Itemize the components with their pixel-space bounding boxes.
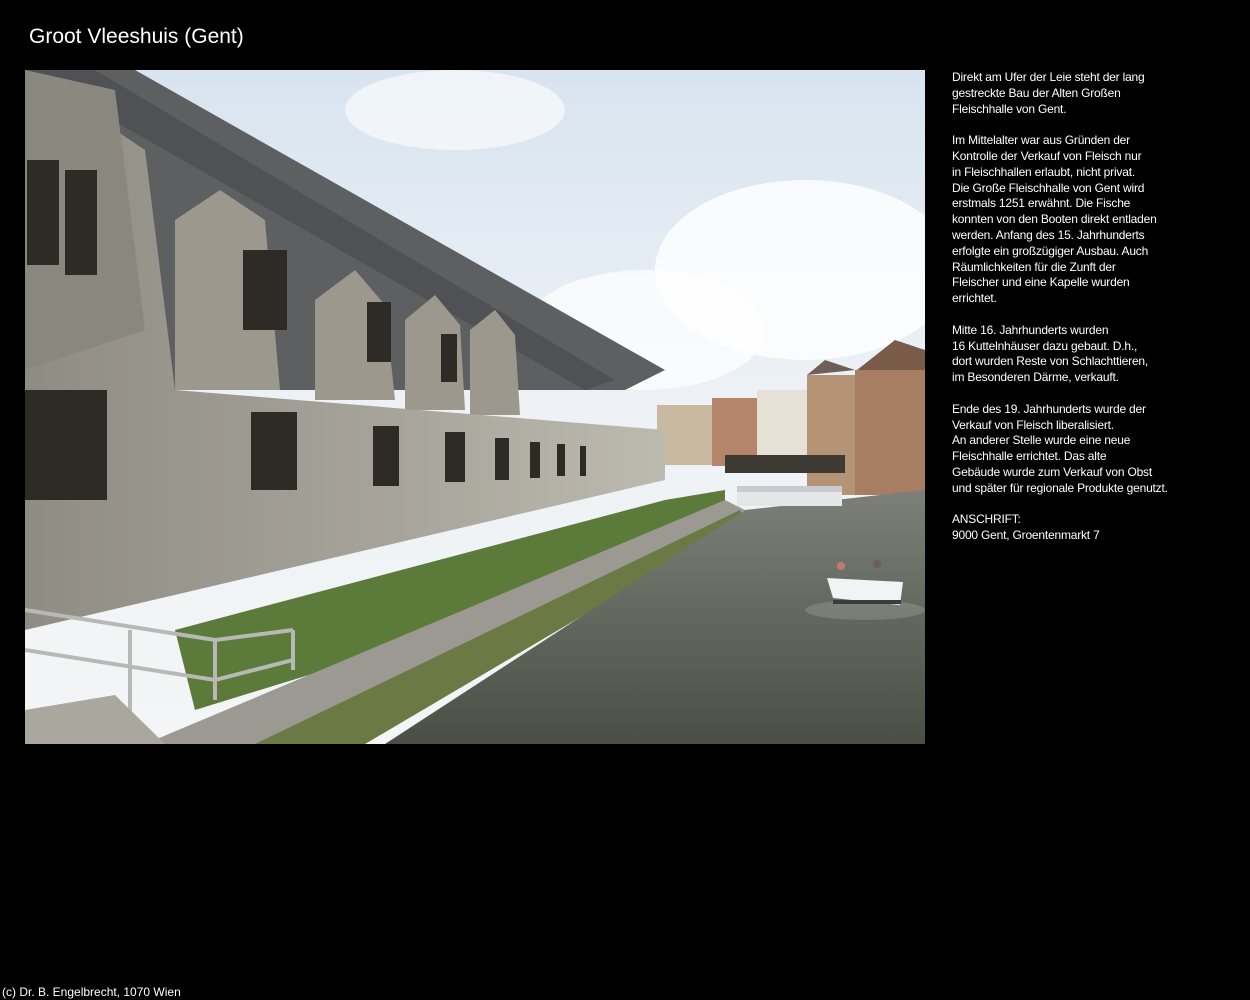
description-paragraph: Mitte 16. Jahrhunderts wurden 16 Kutteln… [952, 322, 1149, 385]
copyright-footer: (c) Dr. B. Engelbrecht, 1070 Wien [2, 985, 181, 999]
description-paragraph: Im Mittelalter war aus Gründen der Kontr… [952, 133, 1157, 306]
description-paragraph: Direkt am Ufer der Leie steht der lang g… [952, 70, 1145, 116]
address: ANSCHRIFT: 9000 Gent, Groentenmarkt 7 [952, 512, 1100, 543]
page-title: Groot Vleeshuis (Gent) [29, 25, 244, 48]
description-paragraph: Ende des 19. Jahrhunderts wurde der Verk… [952, 401, 1168, 495]
description-text: Direkt am Ufer der Leie steht der lang g… [952, 70, 1237, 544]
photo-groot-vleeshuis [25, 70, 925, 744]
